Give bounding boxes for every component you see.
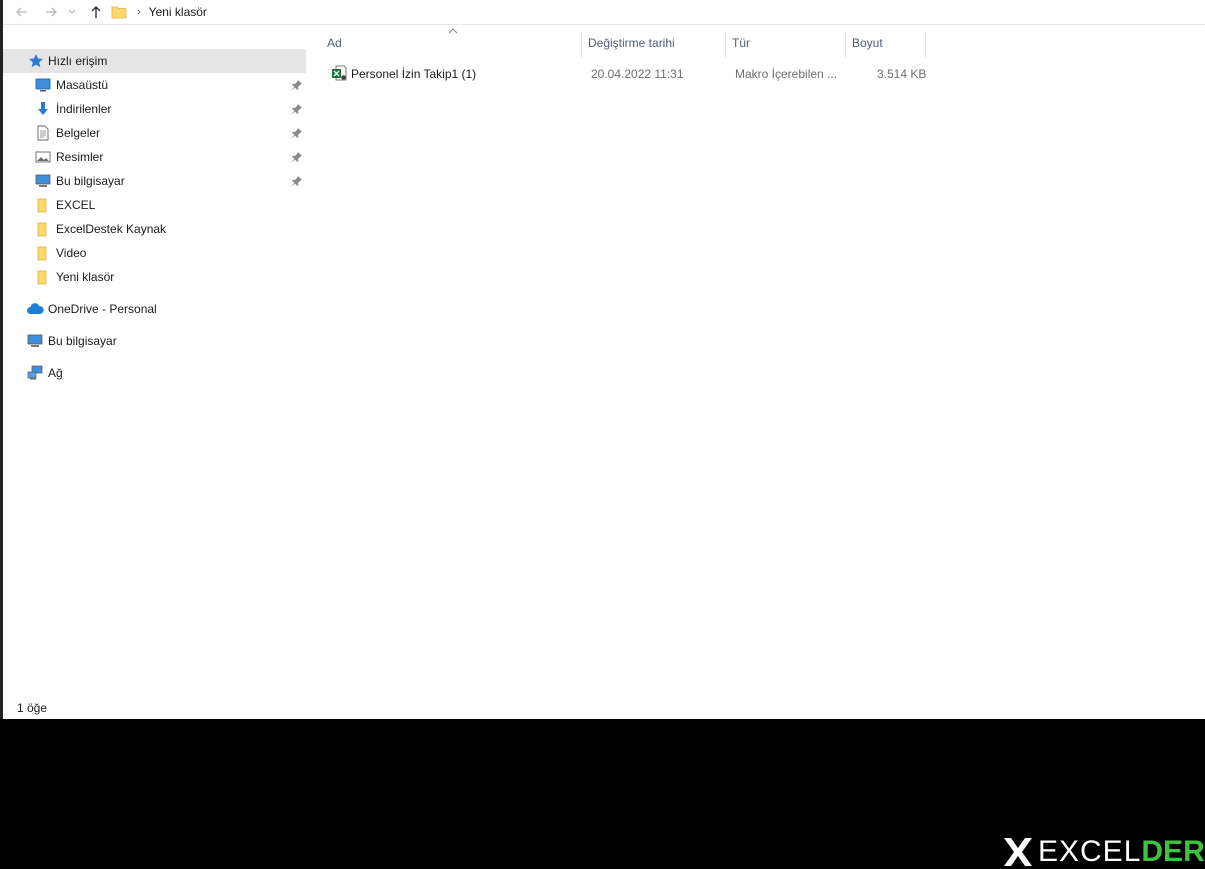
file-type: Makro İçerebilen ... [735, 67, 838, 81]
download-icon [34, 100, 52, 118]
sidebar-item-label: Hızlı erişim [48, 54, 108, 68]
column-divider[interactable] [581, 32, 582, 58]
chevron-down-icon [68, 9, 76, 14]
sidebar-item-pictures[interactable]: Resimler [3, 145, 306, 169]
watermark-text-ders: DERS [1141, 835, 1205, 868]
document-icon [34, 124, 52, 142]
sidebar-item-downloads[interactable]: İndirilenler [3, 97, 306, 121]
file-name[interactable]: Personel İzin Takip1 (1) [351, 67, 476, 81]
navigation-pane: Hızlı erişim Masaüstü İndirilenler Belge… [3, 24, 309, 695]
sidebar-item-exceldestek-kaynak[interactable]: ExcelDestek Kaynak [3, 217, 306, 241]
sidebar-item-label: ExcelDestek Kaynak [56, 222, 167, 236]
watermark-logo: EXCEL DERS [1002, 835, 1205, 868]
sidebar-item-desktop[interactable]: Masaüstü [3, 73, 306, 97]
back-button[interactable] [13, 3, 31, 21]
address-bar: › Yeni klasör [3, 0, 1205, 25]
excel-macro-file-icon [332, 65, 347, 81]
arrow-right-icon [46, 7, 57, 17]
sidebar-item-documents[interactable]: Belgeler [3, 121, 306, 145]
breadcrumb[interactable]: › Yeni klasör [111, 1, 207, 23]
sidebar-item-label: Yeni klasör [56, 270, 115, 284]
sidebar-item-label: Bu bilgisayar [56, 174, 125, 188]
sidebar-item-label: OneDrive - Personal [48, 302, 157, 316]
folder-icon [34, 220, 52, 238]
pin-icon[interactable] [291, 79, 303, 91]
arrow-left-icon [16, 7, 27, 17]
column-divider[interactable] [925, 32, 926, 58]
pin-icon[interactable] [291, 175, 303, 187]
sidebar-item-onedrive[interactable]: OneDrive - Personal [3, 297, 306, 321]
column-divider[interactable] [845, 32, 846, 58]
column-header-name[interactable]: Ad [327, 30, 342, 56]
up-button[interactable] [87, 3, 105, 21]
table-row[interactable]: Personel İzin Takip1 (1) 20.04.2022 11:3… [327, 62, 927, 84]
column-header-type[interactable]: Tür [732, 30, 750, 56]
status-bar: 1 öğe [3, 695, 1205, 719]
sidebar-item-label: Belgeler [56, 126, 101, 140]
sidebar-item-label: Resimler [56, 150, 104, 164]
folder-icon [111, 6, 127, 19]
file-modified: 20.04.2022 11:31 [591, 67, 684, 81]
forward-button[interactable] [42, 3, 60, 21]
file-size: 3.514 KB [877, 67, 927, 81]
item-count: 1 öğe [17, 701, 48, 715]
cloud-icon [26, 300, 44, 318]
breadcrumb-separator[interactable]: › [137, 6, 141, 18]
column-header-size[interactable]: Boyut [852, 30, 883, 56]
computer-icon [26, 332, 44, 350]
breadcrumb-current[interactable]: Yeni klasör [149, 5, 207, 19]
pin-icon[interactable] [291, 151, 303, 163]
sidebar-item-label: Video [56, 246, 87, 260]
folder-icon [34, 196, 52, 214]
arrow-up-icon [91, 6, 101, 18]
column-divider[interactable] [725, 32, 726, 58]
sidebar-item-label: Bu bilgisayar [48, 334, 117, 348]
logo-x-icon [1004, 838, 1032, 866]
sidebar-item-label: Ağ [48, 366, 63, 380]
pictures-icon [34, 148, 52, 166]
computer-icon [34, 172, 52, 190]
recent-locations-button[interactable] [66, 3, 78, 21]
file-explorer-window: › Yeni klasör Hızlı erişim Masaüstü İndi… [3, 0, 1205, 719]
folder-icon [34, 244, 52, 262]
sidebar-item-excel[interactable]: EXCEL [3, 193, 306, 217]
sidebar-item-video[interactable]: Video [3, 241, 306, 265]
sidebar-item-this-pc-pinned[interactable]: Bu bilgisayar [3, 169, 306, 193]
sidebar-item-label: EXCEL [56, 198, 96, 212]
sidebar-item-label: Masaüstü [56, 78, 109, 92]
sidebar-item-quick-access[interactable]: Hızlı erişim [3, 49, 306, 73]
sidebar-item-network[interactable]: Ağ [3, 361, 306, 385]
sidebar-item-label: İndirilenler [56, 102, 112, 116]
star-icon [27, 52, 45, 70]
watermark-text-excel: EXCEL [1038, 835, 1142, 868]
network-icon [26, 364, 44, 382]
desktop-icon [34, 76, 52, 94]
file-list: Ad Değiştirme tarihi Tür Boyut Personel … [313, 24, 1205, 695]
pin-icon[interactable] [291, 103, 303, 115]
column-header-modified[interactable]: Değiştirme tarihi [588, 30, 675, 56]
sort-ascending-icon [448, 28, 458, 34]
folder-icon [34, 268, 52, 286]
sidebar-item-this-pc[interactable]: Bu bilgisayar [3, 329, 306, 353]
pin-icon[interactable] [291, 127, 303, 139]
sidebar-item-yeni-klasor[interactable]: Yeni klasör [3, 265, 306, 289]
